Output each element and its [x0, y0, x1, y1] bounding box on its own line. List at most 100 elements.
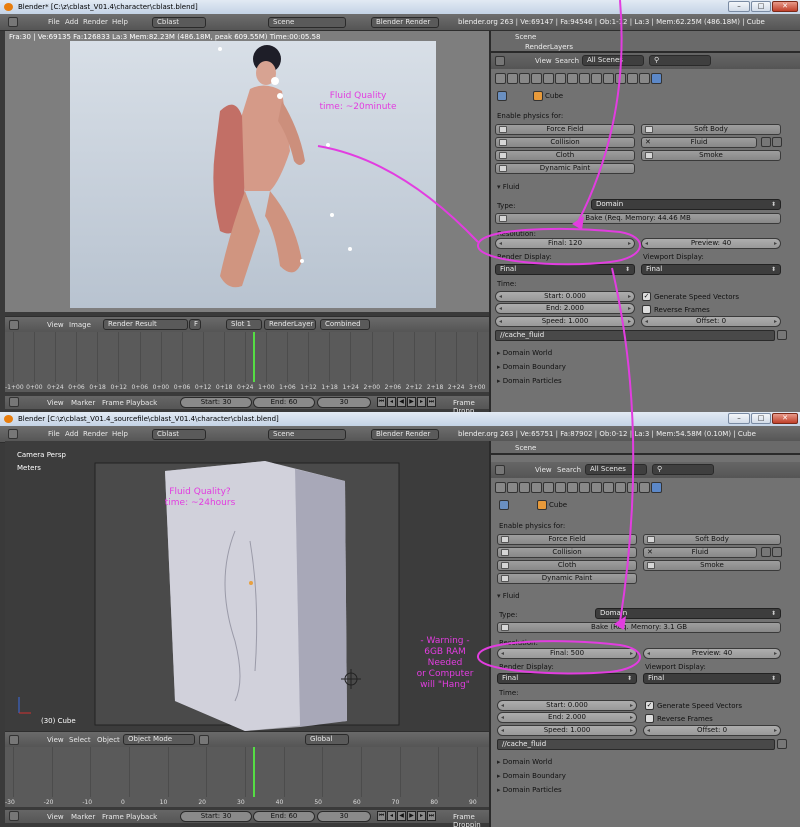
- footer-view-menu[interactable]: View: [47, 399, 64, 407]
- fluid-button[interactable]: ✕ Fluid: [643, 547, 757, 558]
- properties-tab-icon[interactable]: [531, 482, 542, 493]
- start-frame-field[interactable]: Start: 30: [180, 811, 252, 822]
- offset-field[interactable]: Offset: 0: [641, 316, 781, 327]
- fluid-section-header[interactable]: Fluid: [497, 183, 520, 191]
- collision-button[interactable]: Collision: [495, 137, 635, 148]
- fluid-view-toggle-icon[interactable]: [772, 547, 782, 557]
- dynamic-paint-button[interactable]: Dynamic Paint: [497, 573, 637, 584]
- time-end-field[interactable]: End: 2.000: [497, 712, 637, 723]
- domain-particles-section[interactable]: Domain Particles: [497, 377, 562, 385]
- footer-playback-menu[interactable]: Playback: [126, 813, 157, 821]
- frame-drop-selector[interactable]: Frame Droppin: [453, 813, 489, 827]
- fluid-section-header[interactable]: Fluid: [497, 592, 520, 600]
- prev-key-button[interactable]: ◂: [387, 397, 396, 407]
- current-frame-cursor[interactable]: [252, 747, 255, 797]
- properties-tab-icon[interactable]: [495, 482, 506, 493]
- fluid-type-selector[interactable]: Domain: [595, 608, 781, 619]
- footer-frame-menu[interactable]: Frame: [102, 399, 124, 407]
- menu-render[interactable]: Render: [83, 18, 108, 26]
- speed-field[interactable]: Speed: 1.000: [497, 725, 637, 736]
- menu-file[interactable]: File: [48, 430, 60, 438]
- footer-marker-menu[interactable]: Marker: [71, 813, 95, 821]
- screen-selector[interactable]: Cblast: [152, 17, 206, 28]
- bottom-outliner[interactable]: Scene: [491, 441, 800, 455]
- final-resolution-field[interactable]: Final: 500: [497, 648, 637, 659]
- domain-particles-section[interactable]: Domain Particles: [497, 786, 562, 794]
- outliner-type-icon[interactable]: [495, 465, 505, 475]
- properties-tab-icon[interactable]: [519, 482, 530, 493]
- domain-world-section[interactable]: Domain World: [497, 758, 552, 766]
- 3d-editor-type-icon[interactable]: [9, 735, 19, 745]
- minimize-button[interactable]: –: [728, 413, 750, 424]
- minimize-button[interactable]: –: [728, 1, 750, 12]
- footer-marker-menu[interactable]: Marker: [71, 399, 95, 407]
- outliner-view-menu[interactable]: View: [535, 57, 552, 65]
- bake-button[interactable]: Bake (Req. Memory: 44.46 MB: [495, 213, 781, 224]
- mode-selector[interactable]: Object Mode: [123, 734, 195, 745]
- properties-tab-icon[interactable]: [579, 482, 590, 493]
- properties-tab-icon[interactable]: [495, 73, 506, 84]
- render-engine-selector[interactable]: Blender Render: [371, 17, 439, 28]
- generate-speed-checkbox[interactable]: ✓: [645, 701, 654, 710]
- start-frame-field[interactable]: Start: 30: [180, 397, 252, 408]
- fluid-view-toggle-icon[interactable]: [772, 137, 782, 147]
- viewport-display-selector[interactable]: Final: [643, 673, 781, 684]
- image-editor[interactable]: Fra:30 | Ve:69135 Fa:126833 La:3 Mem:82.…: [5, 31, 489, 312]
- maximize-button[interactable]: □: [751, 413, 771, 424]
- end-frame-field[interactable]: End: 60: [253, 397, 315, 408]
- properties-tab-icon[interactable]: [579, 73, 590, 84]
- outliner-search-input[interactable]: ⚲: [652, 464, 714, 475]
- 3d-select-menu[interactable]: Select: [69, 736, 91, 744]
- image-image-menu[interactable]: Image: [69, 321, 91, 329]
- close-button[interactable]: ✕: [772, 413, 798, 424]
- force-field-button[interactable]: Force Field: [495, 124, 635, 135]
- smoke-button[interactable]: Smoke: [643, 560, 781, 571]
- pin-icon[interactable]: [497, 91, 507, 101]
- physics-tab-icon[interactable]: [651, 482, 662, 493]
- properties-tab-icon[interactable]: [567, 73, 578, 84]
- menu-help[interactable]: Help: [112, 18, 128, 26]
- bottom-timeline[interactable]: -30 -20 -10 0 10 20 30 40 50 60 70 80 90: [5, 747, 489, 807]
- bake-button[interactable]: Bake (Req. Memory: 3.1 GB: [497, 622, 781, 633]
- fake-user-field[interactable]: F: [189, 319, 201, 330]
- image-editor-type-icon[interactable]: [9, 320, 19, 330]
- properties-tab-icon[interactable]: [639, 73, 650, 84]
- outliner-search-menu[interactable]: Search: [557, 466, 581, 474]
- offset-field[interactable]: Offset: 0: [643, 725, 781, 736]
- properties-tab-icon[interactable]: [627, 482, 638, 493]
- outliner-view-menu[interactable]: View: [535, 466, 552, 474]
- folder-icon[interactable]: [777, 330, 787, 340]
- preview-resolution-field[interactable]: Preview: 40: [643, 648, 781, 659]
- play-reverse-button[interactable]: ◀: [397, 811, 406, 821]
- outliner-search-menu[interactable]: Search: [555, 57, 579, 65]
- outliner-display-selector[interactable]: All Scenes: [582, 55, 644, 66]
- play-button[interactable]: ▶: [407, 397, 416, 407]
- properties-tab-icon[interactable]: [591, 73, 602, 84]
- render-display-selector[interactable]: Final: [495, 264, 635, 275]
- jump-start-button[interactable]: ⏮: [377, 397, 386, 407]
- footer-playback-menu[interactable]: Playback: [126, 399, 157, 407]
- timeline-type-icon[interactable]: [9, 397, 19, 407]
- outliner-renderlayers[interactable]: RenderLayers: [525, 43, 573, 51]
- time-start-field[interactable]: Start: 0.000: [497, 700, 637, 711]
- menu-add[interactable]: Add: [65, 430, 79, 438]
- reverse-frames-checkbox[interactable]: [645, 714, 654, 723]
- menu-render[interactable]: Render: [83, 430, 108, 438]
- speed-field[interactable]: Speed: 1.000: [495, 316, 635, 327]
- editor-type-icon[interactable]: [8, 429, 18, 439]
- fluid-render-toggle-icon[interactable]: [761, 547, 771, 557]
- time-start-field[interactable]: Start: 0.000: [495, 291, 635, 302]
- properties-tab-icon[interactable]: [543, 482, 554, 493]
- footer-view-menu[interactable]: View: [47, 813, 64, 821]
- outliner-search-input[interactable]: ⚲: [649, 55, 711, 66]
- end-frame-field[interactable]: End: 60: [253, 811, 315, 822]
- folder-icon[interactable]: [777, 739, 787, 749]
- cloth-button[interactable]: Cloth: [495, 150, 635, 161]
- outliner-type-icon[interactable]: [495, 56, 505, 66]
- properties-tab-icon[interactable]: [603, 482, 614, 493]
- cache-path-field[interactable]: //cache_fluid: [497, 739, 775, 750]
- viewport-shading-icon[interactable]: [199, 735, 209, 745]
- prev-key-button[interactable]: ◂: [387, 811, 396, 821]
- properties-tab-icon[interactable]: [591, 482, 602, 493]
- physics-tab-icon[interactable]: [651, 73, 662, 84]
